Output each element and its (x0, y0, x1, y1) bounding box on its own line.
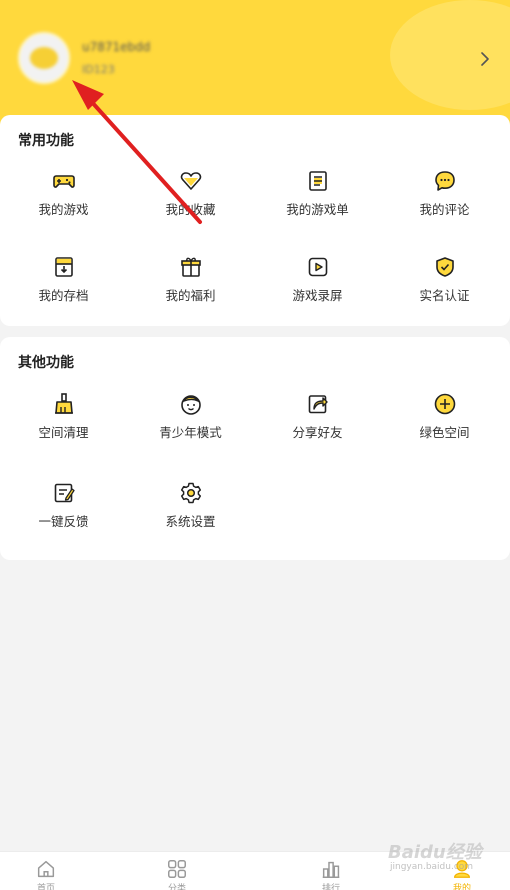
list-icon (308, 171, 327, 191)
menu-item-label: 我的存档 (38, 288, 89, 303)
menu-item-green-space[interactable]: 绿色空间 (381, 392, 508, 441)
menu-item-label: 我的福利 (165, 288, 216, 303)
plus-circle-icon (434, 393, 455, 415)
tab-home[interactable]: 首页 (16, 858, 76, 890)
tab-label: 分类 (167, 884, 186, 890)
other-functions-card: 其他功能 空间清理 青少年模式 分享好友 绿色空间 一键反馈 系统设置 (0, 337, 510, 560)
menu-item-label: 青少年模式 (159, 425, 222, 440)
menu-item-teen-mode[interactable]: 青少年模式 (127, 392, 254, 441)
menu-item-space-cleanup[interactable]: 空间清理 (0, 392, 127, 441)
menu-item-label: 空间清理 (38, 425, 89, 440)
menu-item-label: 分享好友 (292, 425, 343, 440)
tab-label: 首页 (36, 884, 55, 890)
menu-item-my-benefits[interactable]: 我的福利 (127, 255, 254, 304)
shield-check-icon (435, 257, 454, 277)
chart-icon (322, 861, 340, 878)
menu-item-label: 游戏录屏 (292, 288, 343, 303)
menu-item-label: 系统设置 (165, 514, 216, 529)
menu-item-my-game-list[interactable]: 我的游戏单 (254, 169, 381, 218)
menu-item-my-archive[interactable]: 我的存档 (0, 255, 127, 304)
share-icon (308, 395, 328, 414)
record-icon (308, 257, 327, 277)
heart-icon (180, 172, 201, 190)
menu-item-my-favorites[interactable]: 我的收藏 (127, 169, 254, 218)
comment-icon (434, 171, 455, 191)
chevron-right-icon[interactable] (479, 52, 491, 66)
section-title-common: 常用功能 (18, 133, 74, 149)
menu-item-label: 实名认证 (419, 288, 470, 303)
menu-item-feedback[interactable]: 一键反馈 (0, 481, 127, 530)
user-sublabel: ID123 (82, 63, 115, 76)
gamepad-icon (52, 175, 75, 188)
gear-icon (180, 482, 201, 504)
section-title-other: 其他功能 (18, 355, 74, 371)
menu-item-label: 我的游戏单 (286, 202, 349, 217)
tab-ranking[interactable]: 排行 (301, 858, 361, 890)
feedback-icon (54, 483, 75, 503)
menu-item-label: 我的评论 (419, 202, 470, 217)
menu-item-label: 我的收藏 (165, 202, 216, 217)
menu-item-my-games[interactable]: 我的游戏 (0, 169, 127, 218)
username: u7871ebdd (82, 40, 151, 54)
kid-face-icon (180, 395, 201, 415)
watermark-url: jingyan.baidu.com (390, 862, 474, 872)
archive-icon (54, 257, 73, 277)
menu-item-label: 一键反馈 (38, 514, 89, 529)
menu-item-real-name-auth[interactable]: 实名认证 (381, 255, 508, 304)
tab-label: 排行 (321, 884, 340, 890)
menu-item-label: 我的游戏 (38, 202, 89, 217)
menu-item-system-settings[interactable]: 系统设置 (127, 481, 254, 530)
avatar[interactable] (18, 32, 70, 84)
common-functions-card: 常用功能 我的游戏 我的收藏 我的游戏单 我的评论 我的存档 我的福利 游戏录屏… (0, 115, 510, 326)
grid-icon (168, 860, 186, 878)
header-decoration (390, 0, 510, 110)
menu-item-my-comments[interactable]: 我的评论 (381, 169, 508, 218)
watermark-logo: Baidu经验 (388, 842, 482, 863)
tab-label: 我的 (452, 884, 471, 890)
tab-category[interactable]: 分类 (147, 858, 207, 890)
home-icon (37, 860, 55, 878)
menu-item-share-friends[interactable]: 分享好友 (254, 392, 381, 441)
avatar-face (30, 47, 58, 69)
menu-item-game-recording[interactable]: 游戏录屏 (254, 255, 381, 304)
gift-icon (180, 257, 201, 277)
broom-icon (54, 393, 73, 414)
menu-item-label: 绿色空间 (419, 425, 470, 440)
